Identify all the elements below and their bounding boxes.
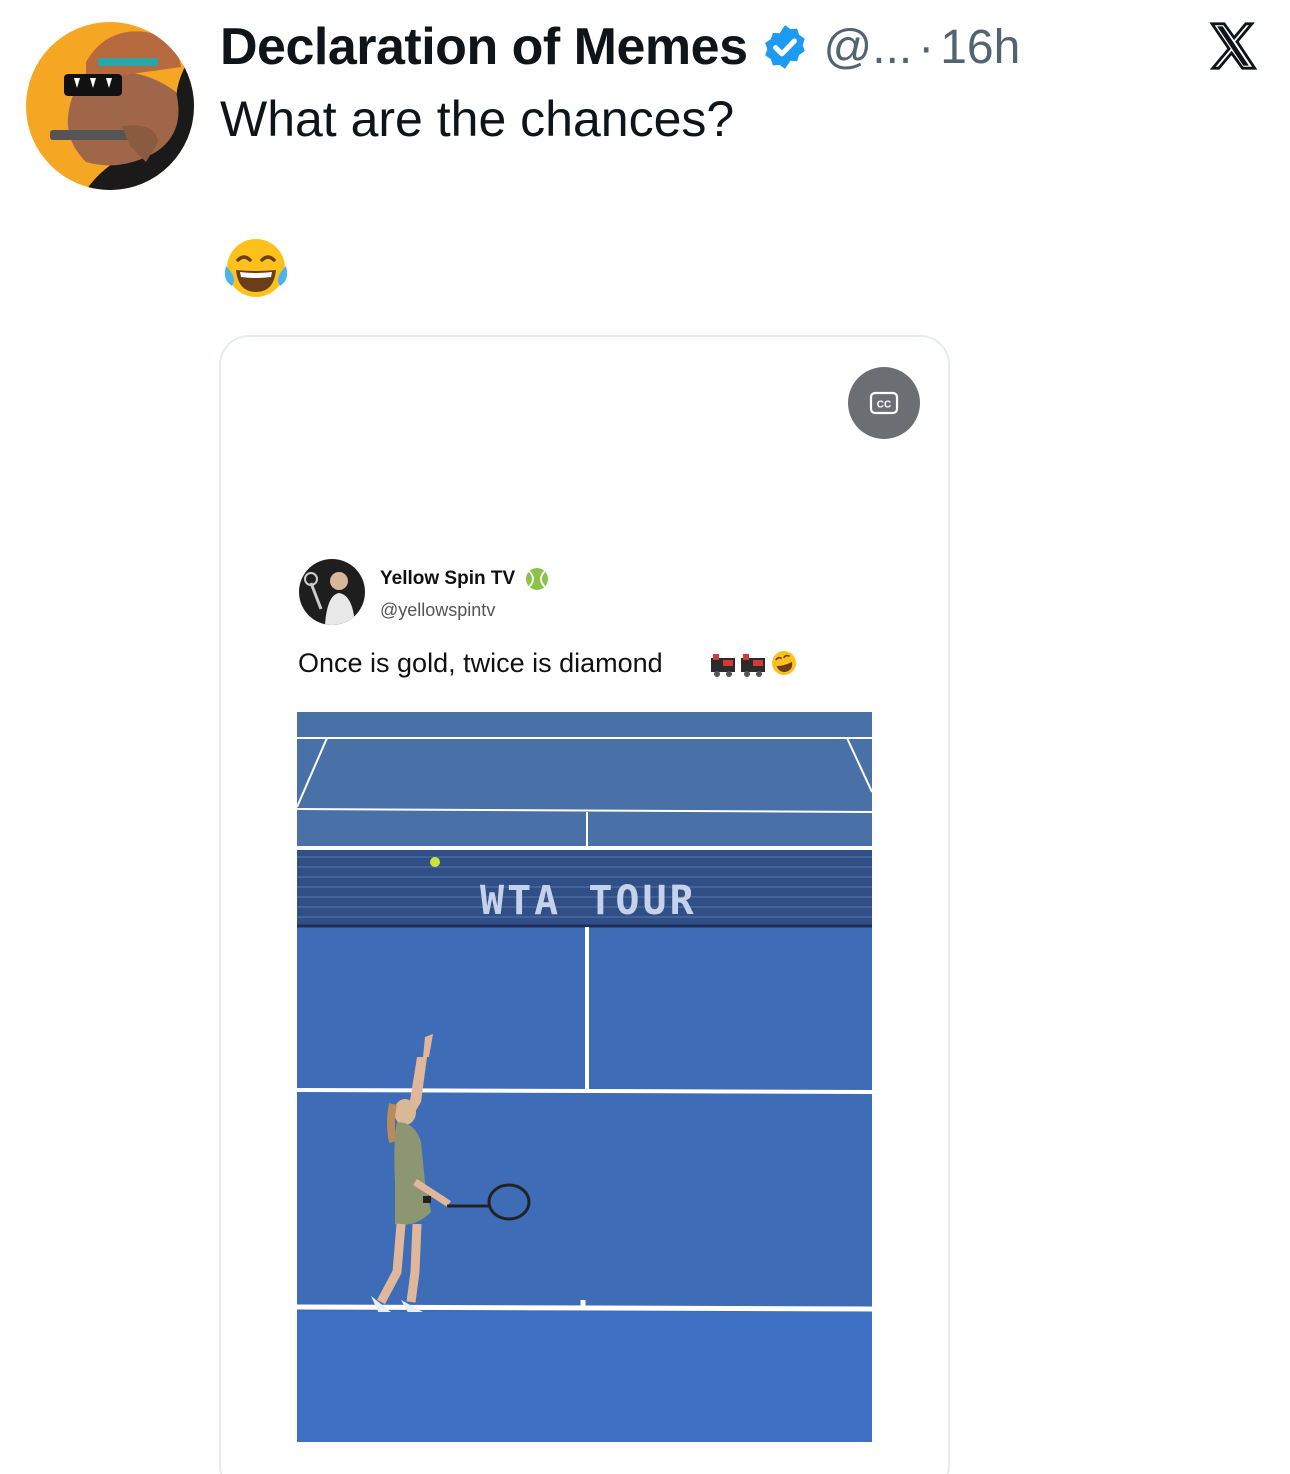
tweet-header: Declaration of Memes @... · 16h bbox=[220, 12, 1020, 82]
closed-captions-button[interactable]: CC bbox=[848, 367, 920, 439]
court-banner: WTA TOUR bbox=[480, 878, 697, 924]
x-logo-icon[interactable] bbox=[1205, 18, 1261, 74]
svg-text:CC: CC bbox=[877, 400, 891, 411]
header-separator: · bbox=[918, 20, 935, 74]
verified-badge-icon[interactable] bbox=[760, 22, 810, 72]
embedded-display-name: Yellow Spin TV bbox=[380, 568, 516, 589]
author-avatar[interactable] bbox=[26, 22, 194, 190]
tennis-court-video-frame[interactable]: WTA TOUR bbox=[297, 712, 872, 1442]
display-name[interactable]: Declaration of Memes bbox=[220, 17, 748, 77]
closed-captions-icon: CC bbox=[869, 391, 899, 415]
train-laughing-emojis bbox=[709, 648, 804, 678]
media-card[interactable]: CC Yellow Spin TV @yellowspintv Once is … bbox=[219, 335, 950, 1474]
tweet-text: What are the chances? bbox=[220, 91, 735, 147]
horse-avatar-icon bbox=[26, 22, 194, 190]
tears-of-joy-emoji bbox=[222, 236, 290, 302]
tennis-ball-icon bbox=[525, 567, 549, 591]
author-handle[interactable]: @... bbox=[824, 20, 913, 75]
embedded-post-text: Once is gold, twice is diamond bbox=[298, 648, 663, 678]
post-timestamp[interactable]: 16h bbox=[940, 20, 1020, 75]
embedded-author-avatar bbox=[299, 559, 365, 625]
embedded-handle: @yellowspintv bbox=[380, 600, 496, 620]
